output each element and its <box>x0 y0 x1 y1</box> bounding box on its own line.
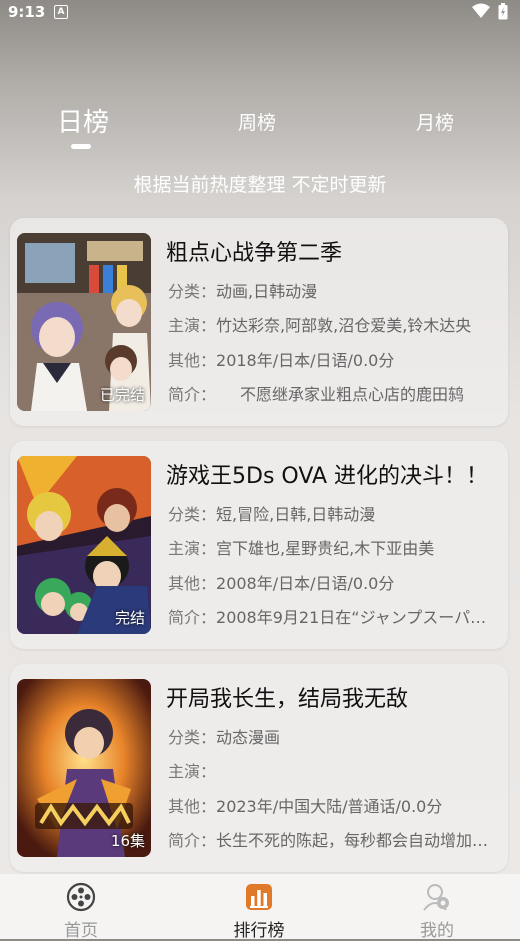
intro-row: 简介：2008年9月21日在“ジャンプスーパーアニメツアー” <box>168 604 500 628</box>
nav-me-label: 我的 <box>420 921 454 941</box>
intro-row: 简介： 不愿继承家业粗点心店的鹿田鸫 <box>168 385 465 404</box>
episode-badge: 已完结 <box>99 386 145 404</box>
nav-ranking[interactable]: 排行榜 <box>209 882 309 941</box>
other-value: 2008年/日本/日语/0.0分 <box>216 574 395 593</box>
intro-value: 不愿继承家业粗点心店的鹿田鸫 <box>208 385 465 404</box>
cast-value: 竹达彩奈,阿部敦,沼仓爱美,铃木达央 <box>216 316 472 335</box>
item-title[interactable]: 游戏王5Ds OVA 进化的决斗！！ <box>166 458 498 490</box>
other-row: 其他：2008年/日本/日语/0.0分 <box>168 574 395 593</box>
category-row: 分类：动画,日韩动漫 <box>168 282 318 301</box>
page-subtitle: 根据当前热度整理 不定时更新 <box>133 174 387 196</box>
poster-image[interactable]: 完结 <box>17 456 151 634</box>
tab-monthly[interactable]: 月榜 <box>416 108 454 135</box>
category-value: 动态漫画 <box>216 728 281 747</box>
ranking-tabs: 日榜 周榜 月榜 <box>0 100 520 150</box>
cast-row: 主演： <box>168 762 217 781</box>
other-value: 2023年/中国大陆/普通话/0.0分 <box>216 797 443 816</box>
category-value: 短,冒险,日韩,日韩动漫 <box>216 505 376 524</box>
category-value: 动画,日韩动漫 <box>216 282 318 301</box>
wifi-icon <box>472 3 490 18</box>
cast-value: 宫下雄也,星野贵纪,木下亚由美 <box>216 539 435 558</box>
other-row: 其他：2023年/中国大陆/普通话/0.0分 <box>168 797 443 816</box>
intro-row: 简介：长生不死的陈起，每秒都会自动增加修为 <box>168 827 500 851</box>
ranking-chart-icon <box>246 884 272 910</box>
film-reel-icon <box>66 882 96 912</box>
other-value: 2018年/日本/日语/0.0分 <box>216 351 395 370</box>
intro-value: 长生不死的陈起，每秒都会自动增加修为 <box>216 831 500 850</box>
tab-daily[interactable]: 日榜 <box>57 102 109 139</box>
nav-home-label: 首页 <box>64 921 98 941</box>
tab-weekly[interactable]: 周榜 <box>238 108 276 135</box>
cast-row: 主演：竹达彩奈,阿部敦,沼仓爱美,铃木达央 <box>168 316 472 335</box>
list-item[interactable]: 已完结 粗点心战争第二季 分类：动画,日韩动漫 主演：竹达彩奈,阿部敦,沼仓爱美… <box>10 218 508 426</box>
nav-me[interactable]: 我的 <box>387 882 487 941</box>
user-profile-icon <box>423 884 449 911</box>
tab-indicator <box>71 144 91 149</box>
category-row: 分类：短,冒险,日韩,日韩动漫 <box>168 505 376 524</box>
notification-icon: A <box>54 5 68 19</box>
cast-row: 主演：宫下雄也,星野贵纪,木下亚由美 <box>168 539 435 558</box>
intro-value: 2008年9月21日在“ジャンプスーパーアニメツアー” <box>216 608 500 627</box>
nav-home[interactable]: 首页 <box>31 882 131 941</box>
list-item[interactable]: 16集 开局我长生，结局我无敌 分类：动态漫画 主演： 其他：2023年/中国大… <box>10 664 508 872</box>
category-row: 分类：动态漫画 <box>168 728 281 747</box>
poster-image[interactable]: 16集 <box>17 679 151 857</box>
status-bar: 9:13 A <box>0 0 520 24</box>
item-title[interactable]: 粗点心战争第二季 <box>166 235 498 267</box>
poster-image[interactable]: 已完结 <box>17 233 151 411</box>
battery-icon <box>498 3 508 20</box>
status-time: 9:13 <box>8 3 46 21</box>
list-item[interactable]: 完结 游戏王5Ds OVA 进化的决斗！！ 分类：短,冒险,日韩,日韩动漫 主演… <box>10 441 508 649</box>
episode-badge: 16集 <box>110 832 145 850</box>
other-row: 其他：2018年/日本/日语/0.0分 <box>168 351 395 370</box>
episode-badge: 完结 <box>114 609 145 627</box>
item-title[interactable]: 开局我长生，结局我无敌 <box>166 681 498 713</box>
bottom-nav: 首页 排行榜 我的 <box>0 874 520 941</box>
nav-ranking-label: 排行榜 <box>233 921 285 941</box>
